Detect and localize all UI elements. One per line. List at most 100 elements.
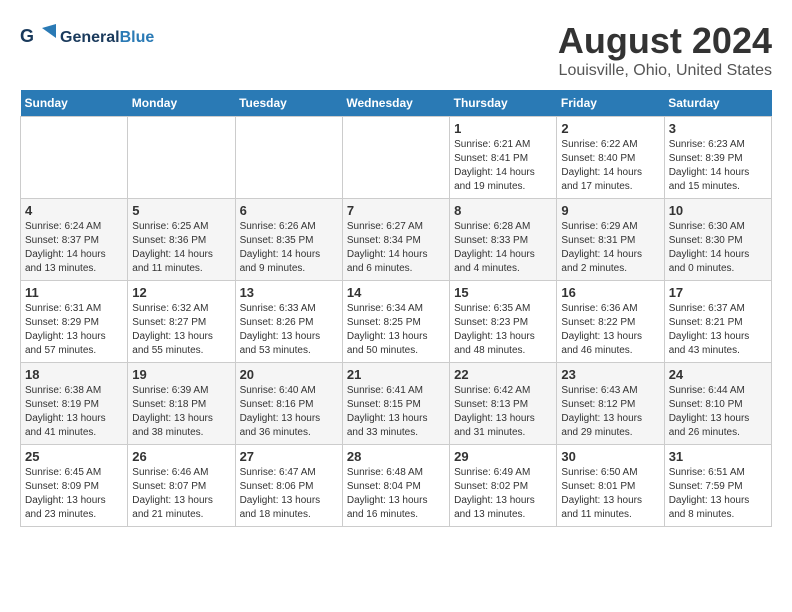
logo: G GeneralBlue: [20, 20, 154, 56]
day-cell: 28 Sunrise: 6:48 AM Sunset: 8:04 PM Dayli…: [342, 445, 449, 527]
day-info: Sunrise: 6:37 AM Sunset: 8:21 PM Dayligh…: [669, 302, 767, 358]
day-info: Sunrise: 6:51 AM Sunset: 7:59 PM Dayligh…: [669, 466, 767, 522]
day-info: Sunrise: 6:48 AM Sunset: 8:04 PM Dayligh…: [347, 466, 445, 522]
day-info: Sunrise: 6:39 AM Sunset: 8:18 PM Dayligh…: [132, 384, 230, 440]
day-cell: 25Sunrise: 6:45 AM Sunset: 8:09 PM Dayli…: [21, 445, 128, 527]
day-info: Sunrise: 6:32 AM Sunset: 8:27 PM Dayligh…: [132, 302, 230, 358]
day-number: 30: [561, 449, 659, 464]
day-cell: 23 Sunrise: 6:43 AM Sunset: 8:12 PM Dayli…: [557, 363, 664, 445]
col-header-sunday: Sunday: [21, 90, 128, 117]
day-number: 24: [669, 367, 767, 382]
day-info: Sunrise: 6:36 AM Sunset: 8:22 PM Dayligh…: [561, 302, 659, 358]
day-number: 18: [25, 367, 123, 382]
day-number: 8: [454, 203, 552, 218]
day-number: 4: [25, 203, 123, 218]
day-cell: 9 Sunrise: 6:29 AM Sunset: 8:31 PM Daylig…: [557, 199, 664, 281]
day-cell: 22Sunrise: 6:42 AM Sunset: 8:13 PM Dayli…: [450, 363, 557, 445]
day-info: Sunrise: 6:22 AM Sunset: 8:40 PM Dayligh…: [561, 138, 659, 194]
day-cell: [21, 117, 128, 199]
day-info: Sunrise: 6:23 AM Sunset: 8:39 PM Dayligh…: [669, 138, 767, 194]
day-info: Sunrise: 6:42 AM Sunset: 8:13 PM Dayligh…: [454, 384, 552, 440]
day-number: 31: [669, 449, 767, 464]
day-number: 16: [561, 285, 659, 300]
day-info: Sunrise: 6:28 AM Sunset: 8:33 PM Dayligh…: [454, 220, 552, 276]
day-info: Sunrise: 6:44 AM Sunset: 8:10 PM Dayligh…: [669, 384, 767, 440]
day-info: Sunrise: 6:25 AM Sunset: 8:36 PM Dayligh…: [132, 220, 230, 276]
week-row-1: 1Sunrise: 6:21 AM Sunset: 8:41 PM Daylig…: [21, 117, 772, 199]
day-cell: 27Sunrise: 6:47 AM Sunset: 8:06 PM Dayli…: [235, 445, 342, 527]
day-cell: 17 Sunrise: 6:37 AM Sunset: 8:21 PM Dayli…: [664, 281, 771, 363]
day-cell: 13Sunrise: 6:33 AM Sunset: 8:26 PM Dayli…: [235, 281, 342, 363]
day-cell: [128, 117, 235, 199]
day-info: Sunrise: 6:38 AM Sunset: 8:19 PM Dayligh…: [25, 384, 123, 440]
day-info: Sunrise: 6:41 AM Sunset: 8:15 PM Dayligh…: [347, 384, 445, 440]
week-row-2: 4 Sunrise: 6:24 AM Sunset: 8:37 PM Daylig…: [21, 199, 772, 281]
day-cell: [342, 117, 449, 199]
day-number: 15: [454, 285, 552, 300]
header-row: SundayMondayTuesdayWednesdayThursdayFrid…: [21, 90, 772, 117]
day-info: Sunrise: 6:27 AM Sunset: 8:34 PM Dayligh…: [347, 220, 445, 276]
day-cell: 14 Sunrise: 6:34 AM Sunset: 8:25 PM Dayli…: [342, 281, 449, 363]
month-title: August 2024: [558, 20, 772, 62]
svg-text:G: G: [20, 26, 34, 46]
location: Louisville, Ohio, United States: [558, 62, 772, 80]
day-cell: 18 Sunrise: 6:38 AM Sunset: 8:19 PM Dayli…: [21, 363, 128, 445]
day-info: Sunrise: 6:49 AM Sunset: 8:02 PM Dayligh…: [454, 466, 552, 522]
day-number: 14: [347, 285, 445, 300]
logo-icon: G: [20, 20, 56, 56]
day-number: 13: [240, 285, 338, 300]
day-number: 2: [561, 121, 659, 136]
day-number: 17: [669, 285, 767, 300]
col-header-tuesday: Tuesday: [235, 90, 342, 117]
day-number: 20: [240, 367, 338, 382]
logo-general: General: [60, 29, 120, 46]
day-cell: 30 Sunrise: 6:50 AM Sunset: 8:01 PM Dayli…: [557, 445, 664, 527]
title-block: August 2024 Louisville, Ohio, United Sta…: [558, 20, 772, 80]
day-cell: 10Sunrise: 6:30 AM Sunset: 8:30 PM Dayli…: [664, 199, 771, 281]
week-row-5: 25Sunrise: 6:45 AM Sunset: 8:09 PM Dayli…: [21, 445, 772, 527]
col-header-monday: Monday: [128, 90, 235, 117]
day-info: Sunrise: 6:29 AM Sunset: 8:31 PM Dayligh…: [561, 220, 659, 276]
day-cell: 29 Sunrise: 6:49 AM Sunset: 8:02 PM Dayli…: [450, 445, 557, 527]
day-cell: 7 Sunrise: 6:27 AM Sunset: 8:34 PM Daylig…: [342, 199, 449, 281]
day-info: Sunrise: 6:24 AM Sunset: 8:37 PM Dayligh…: [25, 220, 123, 276]
day-cell: 6Sunrise: 6:26 AM Sunset: 8:35 PM Daylig…: [235, 199, 342, 281]
day-number: 21: [347, 367, 445, 382]
day-info: Sunrise: 6:31 AM Sunset: 8:29 PM Dayligh…: [25, 302, 123, 358]
day-info: Sunrise: 6:43 AM Sunset: 8:12 PM Dayligh…: [561, 384, 659, 440]
logo-blue: Blue: [120, 29, 155, 46]
page-header: G GeneralBlue August 2024 Louisville, Oh…: [20, 20, 772, 80]
day-cell: 5Sunrise: 6:25 AM Sunset: 8:36 PM Daylig…: [128, 199, 235, 281]
day-info: Sunrise: 6:40 AM Sunset: 8:16 PM Dayligh…: [240, 384, 338, 440]
col-header-thursday: Thursday: [450, 90, 557, 117]
day-cell: 4 Sunrise: 6:24 AM Sunset: 8:37 PM Daylig…: [21, 199, 128, 281]
day-cell: 2 Sunrise: 6:22 AM Sunset: 8:40 PM Daylig…: [557, 117, 664, 199]
day-info: Sunrise: 6:35 AM Sunset: 8:23 PM Dayligh…: [454, 302, 552, 358]
day-number: 7: [347, 203, 445, 218]
day-cell: 3Sunrise: 6:23 AM Sunset: 8:39 PM Daylig…: [664, 117, 771, 199]
day-number: 19: [132, 367, 230, 382]
day-info: Sunrise: 6:21 AM Sunset: 8:41 PM Dayligh…: [454, 138, 552, 194]
day-cell: 24 Sunrise: 6:44 AM Sunset: 8:10 PM Dayli…: [664, 363, 771, 445]
day-number: 23: [561, 367, 659, 382]
week-row-4: 18 Sunrise: 6:38 AM Sunset: 8:19 PM Dayli…: [21, 363, 772, 445]
day-number: 29: [454, 449, 552, 464]
day-cell: 16 Sunrise: 6:36 AM Sunset: 8:22 PM Dayli…: [557, 281, 664, 363]
day-number: 11: [25, 285, 123, 300]
calendar-table: SundayMondayTuesdayWednesdayThursdayFrid…: [20, 90, 772, 527]
day-cell: 11 Sunrise: 6:31 AM Sunset: 8:29 PM Dayli…: [21, 281, 128, 363]
day-cell: 12Sunrise: 6:32 AM Sunset: 8:27 PM Dayli…: [128, 281, 235, 363]
col-header-friday: Friday: [557, 90, 664, 117]
day-cell: 26Sunrise: 6:46 AM Sunset: 8:07 PM Dayli…: [128, 445, 235, 527]
day-number: 27: [240, 449, 338, 464]
day-number: 28: [347, 449, 445, 464]
day-info: Sunrise: 6:50 AM Sunset: 8:01 PM Dayligh…: [561, 466, 659, 522]
day-cell: 8 Sunrise: 6:28 AM Sunset: 8:33 PM Daylig…: [450, 199, 557, 281]
day-info: Sunrise: 6:30 AM Sunset: 8:30 PM Dayligh…: [669, 220, 767, 276]
day-cell: [235, 117, 342, 199]
day-number: 26: [132, 449, 230, 464]
day-info: Sunrise: 6:34 AM Sunset: 8:25 PM Dayligh…: [347, 302, 445, 358]
day-number: 9: [561, 203, 659, 218]
day-cell: 31 Sunrise: 6:51 AM Sunset: 7:59 PM Dayli…: [664, 445, 771, 527]
day-number: 25: [25, 449, 123, 464]
